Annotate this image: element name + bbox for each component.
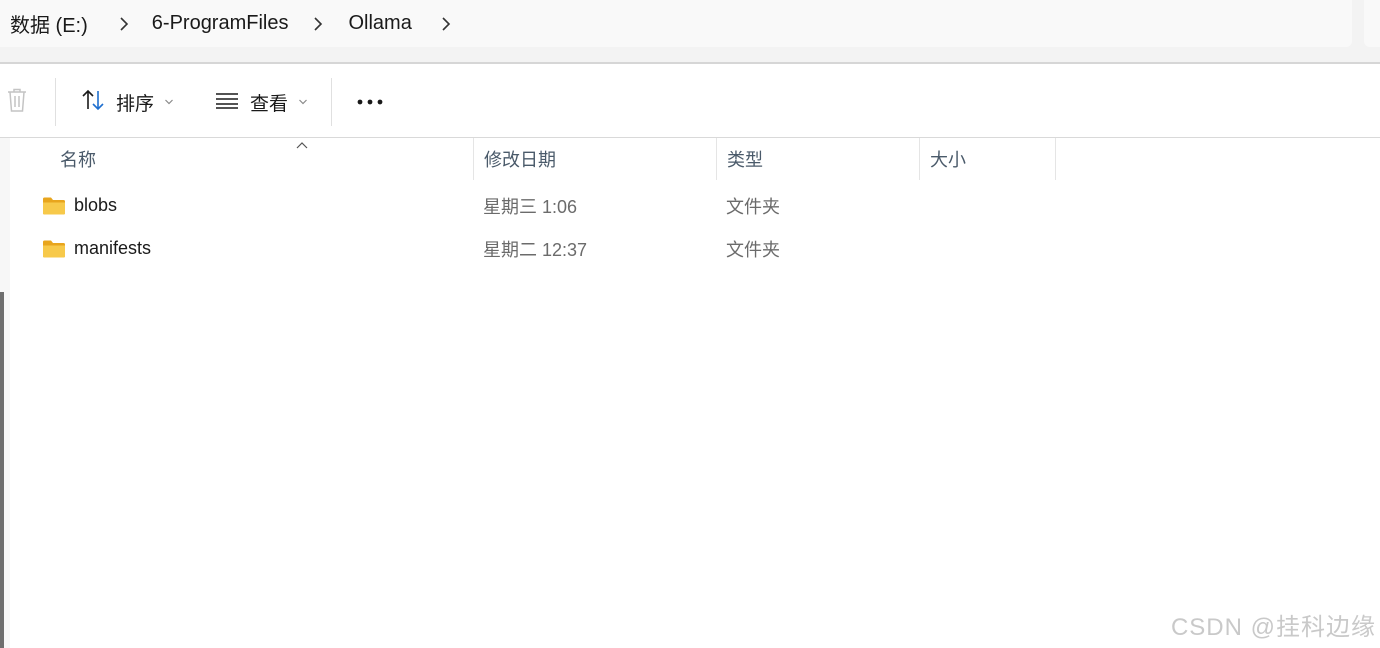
column-header-type-label: 类型 [727, 150, 763, 170]
view-list-icon [214, 90, 240, 115]
view-button-label: 查看 [250, 93, 289, 115]
chevron-down-icon [164, 98, 174, 106]
column-header-type[interactable]: 类型 [717, 138, 920, 180]
file-name: blobs [74, 195, 118, 215]
breadcrumb-item-drive[interactable]: 数据 (E:) [10, 9, 88, 38]
address-bar[interactable]: 数据 (E:) 6-ProgramFiles Ollama [0, 0, 1352, 47]
folder-icon [42, 239, 66, 259]
toolbar-separator [331, 78, 332, 126]
file-list: blobs 星期三 1:06 文件夹 manifests 星期二 12:37 文… [10, 184, 1380, 270]
navigation-pane-scrollbar[interactable] [0, 292, 4, 648]
chevron-right-icon[interactable] [298, 0, 338, 47]
chevron-right-icon[interactable] [104, 0, 144, 47]
folder-icon [42, 196, 66, 216]
column-header-name[interactable]: 名称 [50, 138, 474, 180]
file-row-manifests[interactable]: manifests 星期二 12:37 文件夹 [10, 227, 1380, 270]
file-name: manifests [74, 238, 152, 258]
delete-button[interactable] [2, 86, 32, 118]
watermark: CSDN @挂科边缘 [1170, 614, 1376, 641]
column-header-size-label: 大小 [930, 150, 966, 170]
more-options-button[interactable] [350, 84, 390, 120]
command-bar: 排序 查看 [0, 62, 1380, 138]
breadcrumb-item-programfiles[interactable]: 6-ProgramFiles [152, 12, 289, 35]
address-bar-area: 数据 (E:) 6-ProgramFiles Ollama [0, 0, 1380, 62]
file-row-blobs[interactable]: blobs 星期三 1:06 文件夹 [10, 184, 1380, 227]
column-headers: 名称 修改日期 类型 大小 [10, 138, 1380, 180]
sort-button-label: 排序 [116, 93, 155, 115]
column-header-date-label: 修改日期 [484, 150, 556, 170]
file-type: 文件夹 [726, 239, 780, 260]
sort-icon [80, 88, 106, 117]
search-box[interactable] [1364, 0, 1380, 47]
column-header-date[interactable]: 修改日期 [474, 138, 717, 180]
breadcrumb-item-ollama[interactable]: Ollama [348, 12, 411, 35]
column-header-size[interactable]: 大小 [920, 138, 1056, 180]
file-explorer-window: 数据 (E:) 6-ProgramFiles Ollama 排序 查看 名称 修… [0, 0, 1380, 648]
file-type: 文件夹 [726, 196, 780, 217]
sort-up-arrow-icon [295, 135, 309, 156]
column-header-name-label: 名称 [60, 150, 96, 170]
file-date: 星期二 12:37 [483, 239, 588, 260]
sort-button[interactable]: 排序 [76, 84, 178, 120]
chevron-right-icon[interactable] [426, 0, 466, 47]
chevron-down-icon [298, 98, 308, 106]
view-button[interactable]: 查看 [210, 84, 312, 120]
file-date: 星期三 1:06 [483, 196, 578, 217]
more-icon [356, 93, 384, 111]
trash-icon [5, 87, 29, 118]
toolbar-separator [55, 78, 56, 126]
